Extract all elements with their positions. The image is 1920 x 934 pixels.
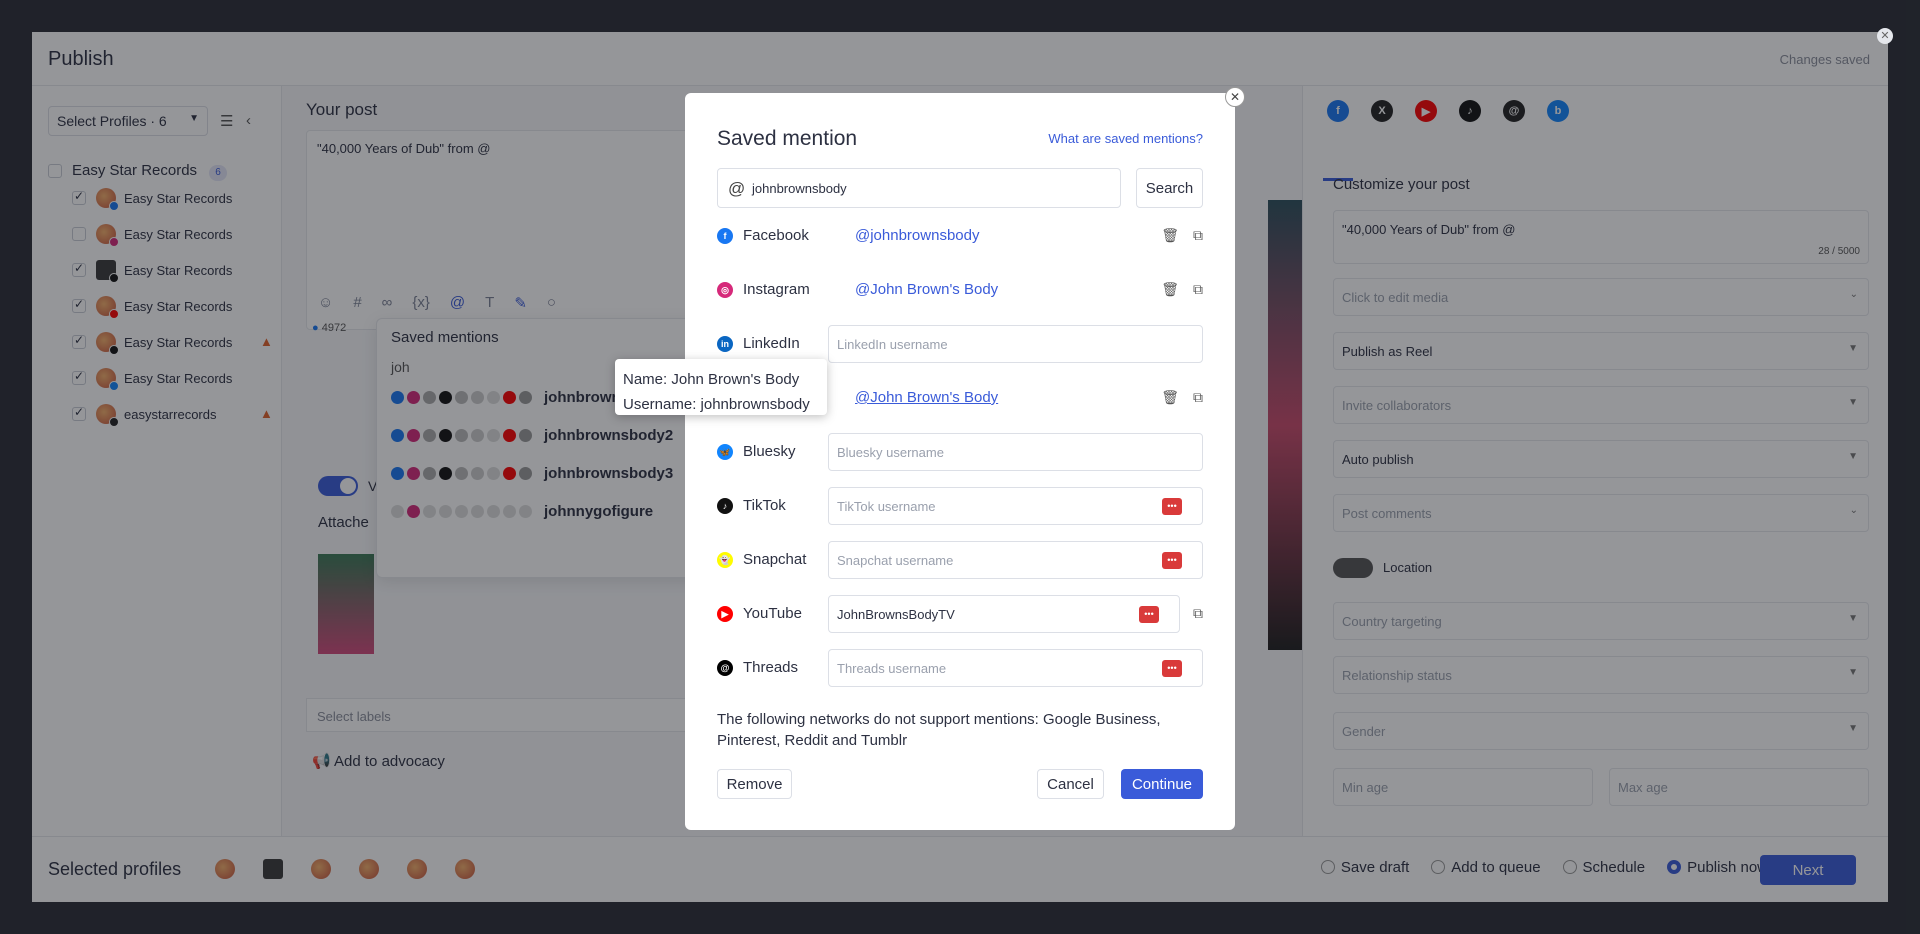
close-icon[interactable]: ✕ [1877, 28, 1893, 44]
mention-search-input[interactable]: @ johnbrownsbody [717, 168, 1121, 208]
external-link-icon[interactable]: ⧉ [1193, 605, 1203, 622]
instagram-icon: ◎ [717, 282, 733, 298]
tooltip-username: Username: johnbrownsbody [623, 396, 810, 413]
tiktok-username-input[interactable]: TikTok username ••• [828, 487, 1203, 525]
youtube-username-input[interactable]: JohnBrownsBodyTV ••• [828, 595, 1180, 633]
external-link-icon[interactable]: ⧉ [1193, 281, 1203, 298]
network-name: Bluesky [743, 443, 796, 460]
network-row-linkedin: in LinkedIn LinkedIn username [717, 325, 1203, 363]
external-link-icon[interactable]: ⧉ [1193, 227, 1203, 244]
linkedin-username-input[interactable]: LinkedIn username [828, 325, 1203, 363]
tooltip-name: Name: John Brown's Body [623, 371, 800, 388]
error-icon: ••• [1139, 606, 1159, 623]
tiktok-icon: ♪ [717, 498, 733, 514]
unsupported-networks-note: The following networks do not support me… [717, 711, 1161, 749]
bluesky-username-input[interactable]: Bluesky username [828, 433, 1203, 471]
youtube-icon: ▶ [717, 606, 733, 622]
network-name: Facebook [743, 227, 809, 244]
bluesky-icon: 🦋 [717, 444, 733, 460]
error-icon: ••• [1162, 498, 1182, 515]
network-name: LinkedIn [743, 335, 800, 352]
at-icon: @ [728, 179, 746, 198]
cancel-button[interactable]: Cancel [1037, 769, 1104, 799]
saved-mention-modal: ✕ Saved mention What are saved mentions?… [685, 87, 1245, 830]
linkedin-icon: in [717, 336, 733, 352]
search-button[interactable]: Search [1136, 168, 1203, 208]
external-link-icon[interactable]: ⧉ [1193, 389, 1203, 406]
saved-handle[interactable]: @John Brown's Body [855, 281, 998, 298]
network-name: YouTube [743, 605, 802, 622]
network-row-youtube: ▶ YouTube JohnBrownsBodyTV ••• ⧉ [717, 595, 1203, 633]
network-row-snapchat: 👻 Snapchat Snapchat username ••• [717, 541, 1203, 579]
network-name: TikTok [743, 497, 786, 514]
help-link[interactable]: What are saved mentions? [1048, 131, 1203, 146]
network-row-bluesky: 🦋 Bluesky Bluesky username [717, 433, 1203, 471]
close-icon[interactable]: ✕ [1225, 87, 1245, 107]
row-actions: 🗑 ⧉ [1161, 227, 1203, 244]
row-actions: 🗑 ⧉ [1161, 389, 1203, 406]
network-name: Instagram [743, 281, 810, 298]
threads-username-input[interactable]: Threads username ••• [828, 649, 1203, 687]
row-actions: 🗑 ⧉ [1161, 281, 1203, 298]
snapchat-username-input[interactable]: Snapchat username ••• [828, 541, 1203, 579]
network-name: Threads [743, 659, 799, 676]
trash-icon[interactable]: 🗑 [1161, 227, 1179, 244]
saved-handle[interactable]: @John Brown's Body [855, 389, 998, 406]
trash-icon[interactable]: 🗑 [1161, 281, 1179, 298]
error-icon: ••• [1162, 552, 1182, 569]
remove-button[interactable]: Remove [717, 769, 792, 799]
facebook-icon: f [717, 228, 733, 244]
modal-title: Saved mention [717, 127, 858, 150]
trash-icon[interactable]: 🗑 [1161, 389, 1179, 406]
continue-button[interactable]: Continue [1121, 769, 1203, 799]
error-icon: ••• [1162, 660, 1182, 677]
network-name: Snapchat [743, 551, 807, 568]
saved-handle[interactable]: @johnbrownsbody [855, 227, 979, 244]
network-row-instagram: ◎ Instagram @John Brown's Body 🗑 ⧉ [717, 271, 1203, 309]
mention-tooltip: Name: John Brown's Body Username: johnbr… [615, 359, 827, 415]
threads-icon: @ [717, 660, 733, 676]
network-row-facebook: f Facebook @johnbrownsbody 🗑 ⧉ [717, 217, 1203, 255]
network-row-tiktok: ♪ TikTok TikTok username ••• [717, 487, 1203, 525]
network-row-threads: @ Threads Threads username ••• [717, 649, 1203, 687]
snapchat-icon: 👻 [717, 552, 733, 568]
